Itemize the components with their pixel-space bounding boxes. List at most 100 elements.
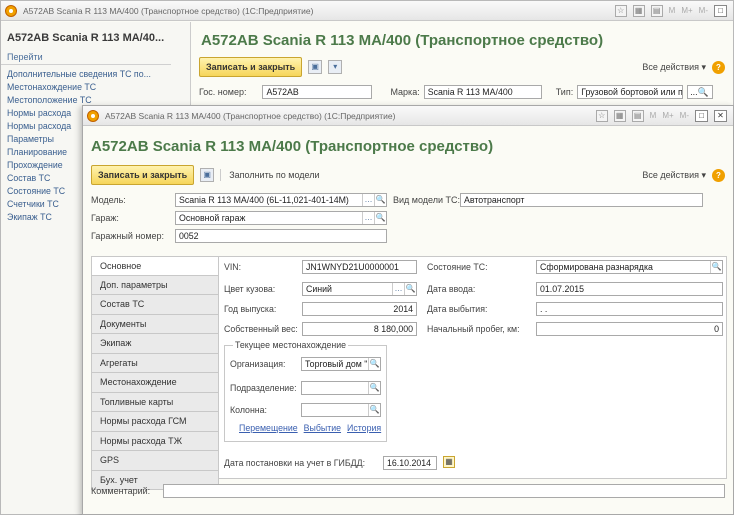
memory-button-mplus[interactable]: M+ <box>662 111 673 120</box>
gibdd-date-label: Дата постановки на учет в ГИБДД: <box>224 458 366 468</box>
tab-gps[interactable]: GPS <box>91 451 219 471</box>
memory-button-m[interactable]: M <box>669 6 676 15</box>
date-in-label: Дата ввода: <box>427 284 476 294</box>
date-in-field[interactable]: 01.07.2015 <box>536 282 723 296</box>
column-label: Колонна: <box>230 405 268 415</box>
memory-button-m[interactable]: M <box>650 111 657 120</box>
organization-label: Организация: <box>230 359 286 369</box>
calendar-icon[interactable]: ▤ <box>631 109 644 122</box>
calculator-icon[interactable]: ▦ <box>613 109 626 122</box>
date-out-field[interactable]: . . <box>536 302 723 316</box>
memory-button-mplus[interactable]: M+ <box>681 6 692 15</box>
toolbar-separator <box>220 169 222 181</box>
help-icon[interactable]: ? <box>712 168 725 182</box>
garage-number-label: Гаражный номер: <box>91 231 165 241</box>
memory-button-mminus[interactable]: M- <box>680 111 689 120</box>
state-search-icon[interactable]: 🔍 <box>710 261 722 273</box>
maximize-button[interactable]: □ <box>695 109 708 122</box>
tab-panel-main: VIN: JN1WNYD21U0000001 Цвет кузова: Сини… <box>218 256 727 479</box>
marka-field[interactable]: Scania R 113 МА/400 <box>423 85 542 99</box>
maximize-button[interactable]: □ <box>714 4 727 17</box>
garage-number-field[interactable]: 0052 <box>175 229 387 243</box>
current-location-title: Текущее местонахождение <box>233 340 349 350</box>
weight-field[interactable]: 8 180,000 <box>302 322 417 336</box>
tab-list: Основное Доп. параметры Состав ТС Докуме… <box>91 256 219 490</box>
nav-item-additional-info[interactable]: Дополнительные сведения ТС по... <box>1 67 190 80</box>
model-field[interactable]: Scania R 113 МА/400 (6L-11,021-401-14M) … <box>175 193 387 207</box>
year-field[interactable]: 2014 <box>302 302 417 316</box>
body-color-field[interactable]: Синий … 🔍 <box>302 282 417 296</box>
garage-number-row: Гаражный номер: 0052 <box>83 227 733 245</box>
front-window: А572АВ Scania R 113 МА/400 (Транспортное… <box>82 105 734 515</box>
tab-extra-params[interactable]: Доп. параметры <box>91 275 219 295</box>
model-select-button[interactable]: … <box>362 194 374 206</box>
move-link[interactable]: Перемещение <box>239 423 298 433</box>
model-type-field[interactable]: Автотранспорт <box>460 193 704 207</box>
organization-search-icon[interactable]: 🔍 <box>368 358 380 370</box>
all-actions-menu[interactable]: Все действия ▾? <box>642 168 725 182</box>
division-field[interactable]: 🔍 <box>301 381 381 395</box>
garage-select-button[interactable]: … <box>362 212 374 224</box>
garage-value: Основной гараж <box>179 213 246 223</box>
garage-label: Гараж: <box>91 213 119 223</box>
fill-by-model-button[interactable]: Заполнить по модели <box>229 170 319 180</box>
close-button[interactable]: ✕ <box>714 109 727 122</box>
save-icon[interactable]: ▣ <box>200 168 215 182</box>
all-actions-label: Все действия ▾ <box>642 169 706 180</box>
vin-field[interactable]: JN1WNYD21U0000001 <box>302 260 417 274</box>
division-search-icon[interactable]: 🔍 <box>368 382 380 394</box>
state-field[interactable]: Сформирована разнарядка 🔍 <box>536 260 723 274</box>
garage-field[interactable]: Основной гараж … 🔍 <box>175 211 387 225</box>
gibdd-date-field[interactable]: 16.10.2014 <box>383 456 437 470</box>
1c-logo-icon <box>87 109 99 122</box>
tab-crew[interactable]: Экипаж <box>91 334 219 354</box>
garage-row: Гараж: Основной гараж … 🔍 <box>83 209 733 227</box>
model-label: Модель: <box>91 195 126 205</box>
calendar-icon[interactable]: ▤ <box>650 4 663 17</box>
column-search-icon[interactable]: 🔍 <box>368 404 380 416</box>
favorite-icon[interactable]: ☆ <box>614 4 627 17</box>
model-search-icon[interactable]: 🔍 <box>374 194 386 206</box>
tab-units[interactable]: Агрегаты <box>91 353 219 373</box>
tab-composition[interactable]: Состав ТС <box>91 295 219 315</box>
calculator-icon[interactable]: ▦ <box>632 4 645 17</box>
garage-search-icon[interactable]: 🔍 <box>374 212 386 224</box>
tab-main[interactable]: Основное <box>91 256 219 276</box>
division-label: Подразделение: <box>230 383 297 393</box>
back-create-based-icon[interactable]: ▾ <box>328 60 343 74</box>
front-window-titlebar: А572АВ Scania R 113 МА/400 (Транспортное… <box>83 106 733 126</box>
column-field[interactable]: 🔍 <box>301 403 381 417</box>
tab-documents[interactable]: Документы <box>91 314 219 334</box>
comment-field[interactable] <box>163 484 725 498</box>
mileage-label: Начальный пробег, км: <box>427 324 520 334</box>
tab-fluid-norms[interactable]: Нормы расхода ТЖ <box>91 431 219 451</box>
date-out-label: Дата выбытия: <box>427 304 488 314</box>
back-form-title: А572АВ Scania R 113 МА/400 (Транспортное… <box>201 32 604 49</box>
body-color-select-button[interactable]: … <box>392 283 404 295</box>
nav-panel-heading: А572АВ Scania R 113 МА/40... <box>7 32 165 44</box>
save-close-button[interactable]: Записать и закрыть <box>91 165 195 185</box>
tab-location[interactable]: Местонахождение <box>91 373 219 393</box>
tip-select-button[interactable]: ...🔍 <box>687 85 714 99</box>
dispose-link[interactable]: Выбытие <box>304 423 341 433</box>
back-all-actions-menu[interactable]: Все действия ▾? <box>642 60 725 74</box>
tab-fuel-cards[interactable]: Топливные карты <box>91 392 219 412</box>
help-icon[interactable]: ? <box>712 60 725 74</box>
back-save-icon[interactable]: ▣ <box>308 60 323 74</box>
organization-field[interactable]: Торговый дом "Комг 🔍 <box>301 357 381 371</box>
nav-goto-label: Перейти <box>1 50 171 65</box>
back-save-close-button[interactable]: Записать и закрыть <box>199 57 303 77</box>
body-color-search-icon[interactable]: 🔍 <box>404 283 416 295</box>
weight-label: Собственный вес: <box>224 324 298 334</box>
mileage-field[interactable]: 0 <box>536 322 723 336</box>
history-link[interactable]: История <box>347 423 381 433</box>
calendar-picker-icon[interactable]: ▦ <box>443 456 455 468</box>
favorite-icon[interactable]: ☆ <box>595 109 608 122</box>
gos-nomer-field[interactable]: А572АВ <box>262 85 373 99</box>
tip-field[interactable]: Грузовой бортовой или пикап <box>577 85 684 99</box>
nav-item-location[interactable]: Местонахождение ТС <box>1 80 190 93</box>
tab-fuel-norms[interactable]: Нормы расхода ГСМ <box>91 412 219 432</box>
model-type-label: Вид модели ТС: <box>393 195 461 205</box>
current-location-group: Текущее местонахождение Организация: Тор… <box>224 340 387 442</box>
memory-button-mminus[interactable]: M- <box>699 6 708 15</box>
